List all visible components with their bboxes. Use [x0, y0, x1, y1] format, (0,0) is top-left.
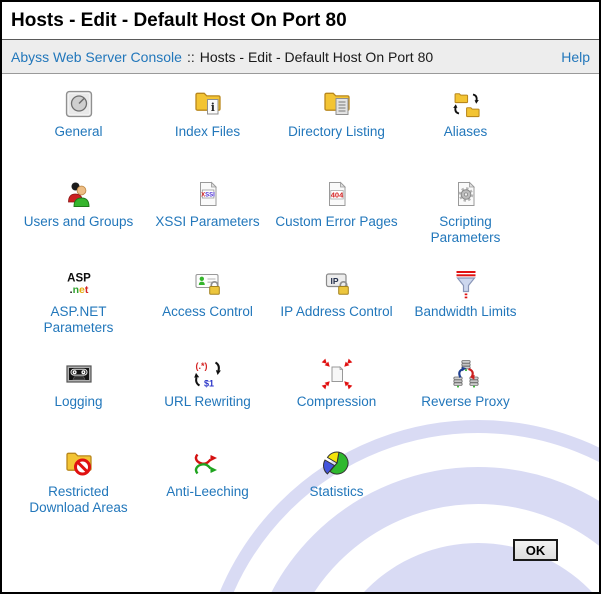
crossed-arrows-icon	[192, 448, 224, 480]
xssi-document-icon: XSSI	[192, 178, 224, 210]
svg-text:XSSI: XSSI	[201, 192, 215, 198]
svg-text:ASP: ASP	[67, 273, 91, 285]
item-scripting-parameters[interactable]: Scripting Parameters	[401, 170, 530, 260]
gear-document-icon	[450, 178, 482, 210]
folder-restricted-icon	[63, 448, 95, 480]
breadcrumb-console-link[interactable]: Abyss Web Server Console	[11, 49, 182, 65]
item-label: Bandwidth Limits	[381, 304, 551, 320]
svg-text:i: i	[210, 101, 214, 114]
aliases-icon	[450, 88, 482, 120]
svg-text:$1: $1	[204, 379, 214, 389]
svg-text:IP: IP	[330, 276, 338, 286]
svg-text:404: 404	[330, 191, 343, 200]
server-proxy-icon	[450, 358, 482, 390]
svg-text:(.*): (.*)	[195, 361, 207, 371]
regex-rewrite-icon: (.*) $1	[192, 358, 224, 390]
compress-document-icon	[321, 358, 353, 390]
item-statistics[interactable]: Statistics	[272, 440, 401, 530]
help-link[interactable]: Help	[561, 49, 590, 65]
breadcrumb-current: Hosts - Edit - Default Host On Port 80	[200, 49, 433, 65]
item-label: Aliases	[381, 124, 551, 140]
ip-card-lock-icon: IP	[321, 268, 353, 300]
item-bandwidth-limits[interactable]: Bandwidth Limits	[401, 260, 530, 350]
directory-listing-icon	[321, 88, 353, 120]
abyss-console-window: Hosts - Edit - Default Host On Port 80 A…	[0, 0, 601, 594]
breadcrumb: Abyss Web Server Console :: Hosts - Edit…	[2, 39, 599, 74]
ok-button[interactable]: OK	[513, 539, 558, 561]
cassette-icon	[63, 358, 95, 390]
pie-chart-icon	[321, 448, 353, 480]
decorative-circle-inner	[321, 543, 601, 594]
item-label: Scripting Parameters	[381, 214, 551, 246]
item-label: Reverse Proxy	[381, 394, 551, 410]
funnel-icon	[450, 268, 482, 300]
aspnet-logo-icon: ASP .net	[63, 268, 95, 300]
breadcrumb-separator: ::	[187, 49, 195, 65]
svg-text:.net: .net	[69, 284, 88, 296]
gauge-icon	[63, 88, 95, 120]
index-files-icon: i	[192, 88, 224, 120]
error-404-document-icon: 404	[321, 178, 353, 210]
page-title: Hosts - Edit - Default Host On Port 80	[2, 2, 599, 39]
item-aliases[interactable]: Aliases	[401, 80, 530, 170]
users-groups-icon	[63, 178, 95, 210]
item-label: Statistics	[252, 484, 422, 500]
id-card-lock-icon	[192, 268, 224, 300]
item-reverse-proxy[interactable]: Reverse Proxy	[401, 350, 530, 440]
settings-icon-grid: General i Index Files Direc	[14, 80, 534, 530]
